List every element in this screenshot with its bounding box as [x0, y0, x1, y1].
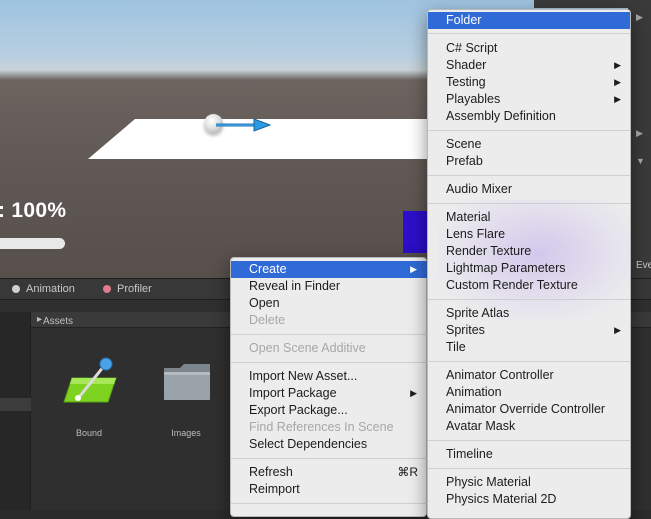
animation-icon: [12, 285, 20, 293]
menu-item-open[interactable]: Open: [231, 295, 428, 312]
tab-label: Animation: [26, 283, 75, 295]
menu-item-physic-material[interactable]: Physic Material: [428, 474, 630, 491]
menu-item-label: Create: [249, 262, 287, 276]
menu-separator: [231, 503, 428, 504]
menu-item-create[interactable]: Create ▶: [231, 261, 428, 278]
submenu-arrow-icon: ▶: [410, 264, 417, 274]
menu-item-prefab[interactable]: Prefab: [428, 153, 630, 170]
menu-item-lens-flare[interactable]: Lens Flare: [428, 226, 630, 243]
menu-item-tile[interactable]: Tile: [428, 339, 630, 356]
menu-item-assembly-definition[interactable]: Assembly Definition: [428, 108, 630, 125]
menu-item-timeline[interactable]: Timeline: [428, 446, 630, 463]
menu-separator: [428, 33, 630, 34]
menu-item-reveal-in-finder[interactable]: Reveal in Finder: [231, 278, 428, 295]
inspector-edge: ▶ ▶ ▼ Eve: [628, 0, 651, 278]
menu-separator: [428, 175, 630, 176]
menu-separator: [428, 130, 630, 131]
create-submenu: Folder C# Script Shader ▶ Testing ▶ Play…: [427, 9, 631, 519]
tab-label: Profiler: [117, 283, 152, 295]
menu-item-testing[interactable]: Testing ▶: [428, 74, 630, 91]
asset-label: Images: [171, 428, 201, 438]
submenu-arrow-icon: ▶: [614, 325, 621, 335]
menu-item-audio-mixer[interactable]: Audio Mixer: [428, 181, 630, 198]
collapse-arrow-icon[interactable]: ▼: [636, 156, 645, 166]
menu-item-delete[interactable]: Delete: [231, 312, 428, 329]
menu-item-material[interactable]: Material: [428, 209, 630, 226]
loading-progress-fill: [0, 238, 65, 249]
menu-item-sprite-atlas[interactable]: Sprite Atlas: [428, 305, 630, 322]
menu-separator: [428, 440, 630, 441]
menu-item-scene[interactable]: Scene: [428, 136, 630, 153]
move-gizmo-arrow-icon[interactable]: [214, 117, 274, 133]
menu-item-folder[interactable]: Folder: [428, 12, 630, 29]
menu-item-animator-controller[interactable]: Animator Controller: [428, 367, 630, 384]
menu-separator: [428, 468, 630, 469]
menu-separator: [428, 299, 630, 300]
menu-item-refresh[interactable]: Refresh ⌘R: [231, 464, 428, 481]
menu-item-open-scene-additive[interactable]: Open Scene Additive: [231, 340, 428, 357]
menu-item-label: Playables: [446, 92, 501, 106]
menu-item-playables[interactable]: Playables ▶: [428, 91, 630, 108]
menu-item-export-package[interactable]: Export Package...: [231, 402, 428, 419]
project-folder-tree[interactable]: [0, 312, 31, 510]
menu-separator: [428, 203, 630, 204]
profiler-icon: [103, 285, 111, 293]
bound-asset-icon[interactable]: [58, 356, 120, 406]
menu-item-animation[interactable]: Animation: [428, 384, 630, 401]
menu-item-label: Testing: [446, 75, 486, 89]
asset-context-menu: Create ▶ Reveal in Finder Open Delete Op…: [230, 257, 428, 517]
tab-profiler[interactable]: Profiler: [103, 283, 152, 295]
folder-icon[interactable]: [162, 362, 212, 402]
menu-item-label: Shader: [446, 58, 487, 72]
menu-shortcut: ⌘R: [397, 465, 418, 479]
submenu-arrow-icon: ▶: [614, 77, 621, 87]
expand-arrow-icon[interactable]: ▶: [636, 128, 643, 139]
menu-item-render-texture[interactable]: Render Texture: [428, 243, 630, 260]
submenu-arrow-icon: ▶: [410, 388, 417, 398]
inspector-edge-label: Eve: [636, 260, 651, 271]
expand-arrow-icon[interactable]: ▶: [636, 12, 643, 23]
menu-item-reimport[interactable]: Reimport: [231, 481, 428, 498]
menu-item-sprites[interactable]: Sprites ▶: [428, 322, 630, 339]
menu-separator: [231, 334, 428, 335]
menu-item-label: Import Package: [249, 386, 337, 400]
menu-separator: [428, 361, 630, 362]
submenu-arrow-icon: ▶: [614, 60, 621, 70]
menu-separator: [231, 362, 428, 363]
menu-item-physics-material-2d[interactable]: Physics Material 2D: [428, 491, 630, 508]
menu-item-select-dependencies[interactable]: Select Dependencies: [231, 436, 428, 453]
menu-item-label: Sprites: [446, 323, 485, 337]
menu-item-import-package[interactable]: Import Package ▶: [231, 385, 428, 402]
submenu-arrow-icon: ▶: [614, 94, 621, 104]
asset-label: Bound: [75, 428, 103, 438]
menu-item-custom-render-texture[interactable]: Custom Render Texture: [428, 277, 630, 294]
scene-toolbar-strip: [534, 0, 634, 8]
menu-item-label: Refresh: [249, 465, 293, 479]
menu-item-csharp-script[interactable]: C# Script: [428, 40, 630, 57]
menu-item-import-new-asset[interactable]: Import New Asset...: [231, 368, 428, 385]
breadcrumb-assets[interactable]: Assets: [43, 316, 73, 327]
menu-item-lightmap-parameters[interactable]: Lightmap Parameters: [428, 260, 630, 277]
menu-separator: [231, 458, 428, 459]
menu-item-find-references[interactable]: Find References In Scene: [231, 419, 428, 436]
loading-progress-bar: [0, 238, 65, 249]
menu-item-avatar-mask[interactable]: Avatar Mask: [428, 418, 630, 435]
menu-item-animator-override-controller[interactable]: Animator Override Controller: [428, 401, 630, 418]
selected-folder-row[interactable]: [0, 398, 31, 411]
menu-item-shader[interactable]: Shader ▶: [428, 57, 630, 74]
tab-animation[interactable]: Animation: [12, 283, 75, 295]
loading-progress-text: : 100%: [0, 199, 67, 222]
